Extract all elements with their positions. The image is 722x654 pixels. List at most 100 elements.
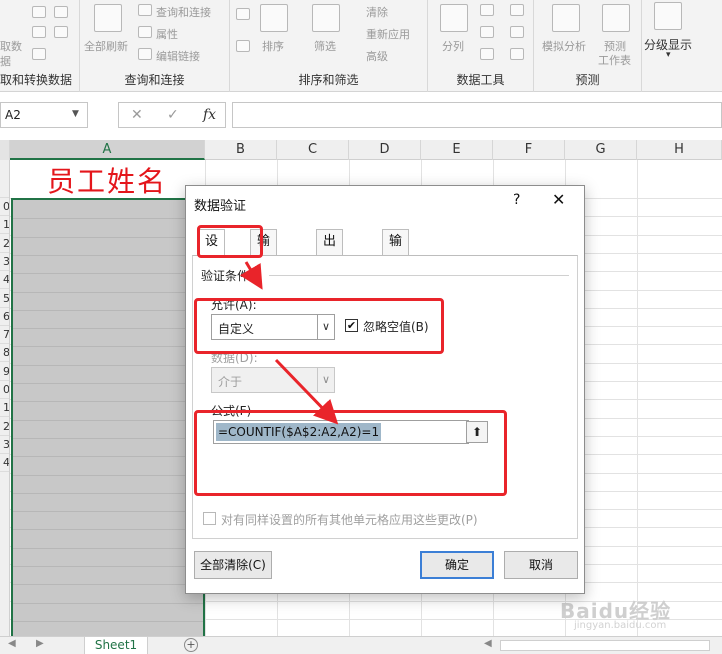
column-header-g[interactable]: G bbox=[565, 140, 637, 160]
scroll-left-icon[interactable]: ◀ bbox=[484, 638, 492, 649]
sort-icon[interactable] bbox=[260, 4, 288, 32]
cell-a1[interactable]: 员工姓名 bbox=[11, 160, 205, 198]
sort-za-icon[interactable] bbox=[236, 40, 250, 52]
selected-row-line bbox=[13, 584, 203, 586]
selected-range[interactable] bbox=[11, 198, 205, 638]
tab-ime-mode[interactable]: 输入法模式 bbox=[382, 229, 410, 345]
column-header-e[interactable]: E bbox=[421, 140, 493, 160]
selected-row-line bbox=[13, 364, 203, 366]
row-header[interactable] bbox=[0, 160, 9, 198]
column-header-b[interactable]: B bbox=[205, 140, 277, 160]
prev-sheet-icon[interactable]: ◀ bbox=[8, 638, 16, 649]
row-header[interactable]: 6 bbox=[0, 308, 9, 326]
insert-function-icon[interactable]: fx bbox=[203, 107, 216, 123]
get-data-label[interactable]: 取数 bbox=[0, 38, 22, 54]
column-header-d[interactable]: D bbox=[349, 140, 421, 160]
row-header[interactable]: 1 bbox=[0, 399, 9, 418]
group-label-data-tools: 数据工具 bbox=[456, 73, 505, 87]
text-to-columns-button[interactable]: 分列 bbox=[442, 38, 464, 54]
data-validation-icon[interactable] bbox=[480, 48, 494, 60]
chevron-down-icon: ∨ bbox=[317, 368, 334, 392]
selected-row-line bbox=[13, 529, 203, 531]
relationships-icon[interactable] bbox=[510, 26, 524, 38]
selected-row-line bbox=[13, 437, 203, 439]
row-header[interactable]: 1 bbox=[0, 216, 9, 235]
row-header[interactable]: 5 bbox=[0, 290, 9, 308]
table-icon[interactable] bbox=[32, 6, 46, 18]
dialog-title: 数据验证 bbox=[194, 199, 247, 214]
ribbon-group-forecast: 模拟分析 预测 工作表 预测 bbox=[534, 0, 642, 92]
row-header[interactable]: 4 bbox=[0, 454, 9, 473]
cancel-button[interactable]: 取消 bbox=[504, 551, 578, 579]
column-header-c[interactable]: C bbox=[277, 140, 349, 160]
clear-button[interactable]: 清除 bbox=[366, 4, 388, 20]
add-sheet-icon[interactable]: + bbox=[184, 638, 198, 652]
what-if-analysis-button[interactable]: 模拟分析 bbox=[542, 38, 586, 54]
ok-button[interactable]: 确定 bbox=[420, 551, 494, 579]
tab-error-alert[interactable]: 出错警告 bbox=[316, 229, 344, 321]
selected-row-line bbox=[13, 456, 203, 458]
reapply-button[interactable]: 重新应用 bbox=[366, 26, 410, 42]
clear-all-button[interactable]: 全部清除(C) bbox=[194, 551, 272, 579]
row-header[interactable]: 4 bbox=[0, 271, 9, 290]
row-header[interactable]: 9 bbox=[0, 363, 9, 381]
properties-button[interactable]: 属性 bbox=[156, 26, 178, 42]
selected-row-line bbox=[13, 346, 203, 348]
group-label-forecast: 预测 bbox=[575, 73, 600, 87]
refresh-all-button[interactable]: 全部刷新 bbox=[84, 38, 128, 54]
what-if-analysis-icon[interactable] bbox=[552, 4, 580, 32]
enter-icon[interactable]: ✓ bbox=[167, 107, 179, 123]
row-header[interactable]: 7 bbox=[0, 326, 9, 345]
column-header-a[interactable]: A bbox=[10, 140, 205, 160]
select-all-corner[interactable] bbox=[0, 140, 10, 160]
queries-connections-button[interactable]: 查询和连接 bbox=[156, 4, 211, 20]
sort-az-icon[interactable] bbox=[236, 8, 250, 20]
column-headers: A B C D E F G H bbox=[0, 140, 722, 160]
text-to-columns-icon[interactable] bbox=[440, 4, 468, 32]
outline-chevron-icon[interactable]: ▾ bbox=[666, 50, 671, 60]
forecast-sheet-icon[interactable] bbox=[602, 4, 630, 32]
row-header[interactable]: 0 bbox=[0, 198, 9, 216]
formula-input[interactable] bbox=[232, 102, 722, 128]
cancel-icon[interactable]: ✕ bbox=[131, 107, 143, 123]
group-label-get-transform: 取和转换数据 bbox=[0, 73, 73, 87]
recent-sources-icon[interactable] bbox=[54, 6, 68, 18]
row-header[interactable]: 2 bbox=[0, 235, 9, 253]
horizontal-scrollbar[interactable] bbox=[500, 640, 710, 651]
sort-button[interactable]: 排序 bbox=[262, 38, 284, 54]
column-header-h[interactable]: H bbox=[637, 140, 722, 160]
help-icon[interactable]: ? bbox=[513, 192, 520, 208]
selected-row-line bbox=[13, 383, 203, 384]
selected-row-line bbox=[13, 291, 203, 293]
row-header[interactable]: 3 bbox=[0, 436, 9, 454]
next-sheet-icon[interactable]: ▶ bbox=[36, 638, 44, 649]
row-header[interactable]: 0 bbox=[0, 381, 9, 399]
row-headers: 012345678901234 bbox=[0, 160, 10, 640]
existing-connections-icon[interactable] bbox=[54, 26, 68, 38]
annotation-box-allow bbox=[194, 298, 444, 354]
close-icon[interactable]: ✕ bbox=[552, 190, 565, 209]
row-header[interactable]: 2 bbox=[0, 418, 9, 436]
selected-row-line bbox=[13, 419, 203, 421]
sheet-tab-bar: ◀ ▶ Sheet1 + ◀ bbox=[0, 636, 722, 654]
edit-links-button[interactable]: 编辑链接 bbox=[156, 48, 200, 64]
row-header[interactable]: 3 bbox=[0, 253, 9, 271]
flash-fill-icon[interactable] bbox=[480, 4, 494, 16]
formula-bar: A2 ▼ ✕ ✓ fx bbox=[0, 100, 722, 132]
column-header-f[interactable]: F bbox=[493, 140, 565, 160]
filter-icon[interactable] bbox=[312, 4, 340, 32]
advanced-button[interactable]: 高级 bbox=[366, 48, 388, 64]
from-text-icon[interactable] bbox=[32, 26, 46, 38]
ribbon: 取数 据 取和转换数据 全部刷新 查询和连接 属性 编辑链接 查询和连接 排序 … bbox=[0, 0, 722, 92]
consolidate-icon[interactable] bbox=[510, 4, 524, 16]
filter-button[interactable]: 筛选 bbox=[314, 38, 336, 54]
refresh-all-icon[interactable] bbox=[94, 4, 122, 32]
watermark-url: jingyan.baidu.com bbox=[574, 620, 667, 631]
from-table-icon[interactable] bbox=[32, 48, 46, 60]
name-box-dropdown-icon[interactable]: ▼ bbox=[72, 109, 79, 119]
sheet-tab-sheet1[interactable]: Sheet1 bbox=[84, 637, 148, 654]
remove-duplicates-icon[interactable] bbox=[480, 26, 494, 38]
outline-icon[interactable] bbox=[654, 2, 682, 30]
row-header[interactable]: 8 bbox=[0, 344, 9, 363]
manage-data-model-icon[interactable] bbox=[510, 48, 524, 60]
